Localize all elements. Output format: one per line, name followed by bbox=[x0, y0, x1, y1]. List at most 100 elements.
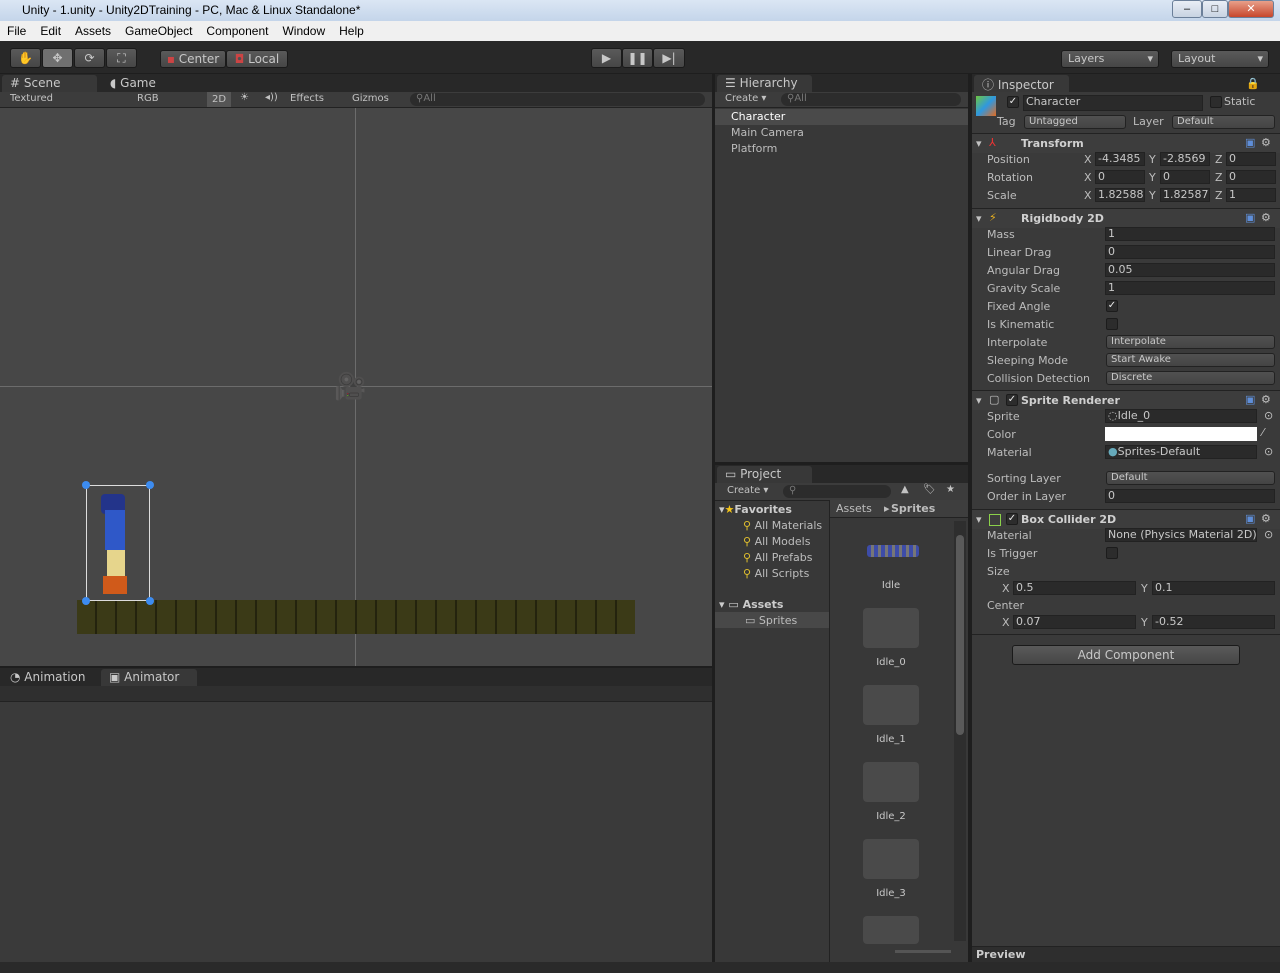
pause-button[interactable]: ❚❚ bbox=[622, 48, 653, 68]
position-x-field[interactable]: -4.3485 bbox=[1095, 152, 1145, 166]
size-y-field[interactable]: 0.1 bbox=[1152, 581, 1275, 595]
rotation-y-field[interactable]: 0 bbox=[1160, 170, 1210, 184]
favorites-header[interactable]: ▾★Favorites bbox=[719, 503, 792, 516]
sprite-renderer-header[interactable]: ▾ ▢ ✓ Sprite Renderer ▣ ⚙ bbox=[972, 390, 1280, 410]
color-swatch[interactable] bbox=[1105, 427, 1257, 441]
hierarchy-item-main-camera[interactable]: Main Camera bbox=[731, 126, 804, 139]
gravity-scale-field[interactable]: 1 bbox=[1105, 281, 1275, 295]
scene-viewport[interactable]: 🎥 bbox=[0, 108, 712, 666]
minimize-button[interactable]: – bbox=[1172, 0, 1202, 18]
play-button[interactable]: ▶ bbox=[591, 48, 622, 68]
size-x-field[interactable]: 0.5 bbox=[1013, 581, 1136, 595]
position-z-field[interactable]: 0 bbox=[1226, 152, 1276, 166]
filter-label-icon[interactable]: 🏷 bbox=[923, 484, 936, 495]
tab-animation[interactable]: ◔ Animation bbox=[2, 669, 97, 686]
tab-inspector[interactable]: ⓘ Inspector bbox=[974, 75, 1069, 92]
sprites-folder[interactable]: ▭ Sprites bbox=[745, 614, 797, 627]
favorite-all-materials[interactable]: ⚲ All Materials bbox=[743, 519, 822, 532]
rotation-z-field[interactable]: 0 bbox=[1226, 170, 1276, 184]
angular-drag-field[interactable]: 0.05 bbox=[1105, 263, 1275, 277]
object-name-input[interactable]: Character bbox=[1023, 95, 1203, 111]
static-checkbox[interactable] bbox=[1210, 96, 1222, 108]
scale-x-field[interactable]: 1.82588 bbox=[1095, 188, 1145, 202]
preview-bar[interactable]: Preview bbox=[972, 946, 1280, 962]
pivot-local-button[interactable]: ◘ Local bbox=[226, 50, 288, 68]
project-scrollbar[interactable] bbox=[954, 521, 966, 941]
fixed-angle-checkbox[interactable]: ✓ bbox=[1106, 300, 1118, 312]
tab-hierarchy[interactable]: ☰ Hierarchy bbox=[717, 75, 812, 92]
camera-gizmo-icon[interactable]: 🎥 bbox=[334, 372, 366, 402]
lock-icon[interactable]: 🔒 bbox=[1246, 77, 1260, 90]
menu-assets[interactable]: Assets bbox=[68, 24, 118, 38]
sleeping-mode-dropdown[interactable]: Start Awake bbox=[1106, 353, 1275, 367]
pivot-center-button[interactable]: ▪ Center bbox=[160, 50, 226, 68]
breadcrumb-sprites[interactable]: Sprites bbox=[891, 502, 935, 515]
asset-idle-3[interactable]: Idle_3 bbox=[831, 888, 951, 899]
object-picker-icon[interactable]: ⊙ bbox=[1264, 528, 1273, 541]
rotate-tool-icon[interactable]: ⟳ bbox=[74, 48, 105, 68]
lighting-toggle-icon[interactable]: ☀ bbox=[240, 92, 249, 103]
thumbnail-size-slider[interactable] bbox=[895, 950, 951, 953]
asset-idle-0[interactable]: Idle_0 bbox=[831, 657, 951, 668]
favorite-all-models[interactable]: ⚲ All Models bbox=[743, 535, 810, 548]
rotation-x-field[interactable]: 0 bbox=[1095, 170, 1145, 184]
tab-scene[interactable]: # Scene bbox=[2, 75, 97, 92]
menu-window[interactable]: Window bbox=[275, 24, 332, 38]
menu-gameobject[interactable]: GameObject bbox=[118, 24, 199, 38]
box-collider-enabled-checkbox[interactable]: ✓ bbox=[1006, 513, 1018, 525]
layout-dropdown[interactable]: Layout ▾ bbox=[1171, 50, 1269, 68]
hierarchy-search-input[interactable]: ⚲All bbox=[781, 93, 961, 106]
close-button[interactable]: ✕ bbox=[1228, 0, 1274, 18]
object-picker-icon[interactable]: ⊙ bbox=[1264, 445, 1273, 458]
rigidbody-header[interactable]: ▾ ⚡ Rigidbody 2D ▣ ⚙ bbox=[972, 208, 1280, 228]
object-picker-icon[interactable]: ⊙ bbox=[1264, 409, 1273, 422]
layer-dropdown[interactable]: Default bbox=[1172, 115, 1275, 129]
is-trigger-checkbox[interactable] bbox=[1106, 547, 1118, 559]
filter-type-icon[interactable]: ▲ bbox=[901, 484, 909, 495]
physics-material-field[interactable]: None (Physics Material 2D) bbox=[1105, 528, 1257, 542]
project-search-input[interactable]: ⚲ bbox=[783, 485, 891, 498]
collision-detection-dropdown[interactable]: Discrete bbox=[1106, 371, 1275, 385]
assets-folder[interactable]: ▾ ▭ Assets bbox=[719, 598, 783, 611]
idle-1-thumbnail[interactable] bbox=[863, 685, 919, 725]
maximize-button[interactable]: □ bbox=[1202, 0, 1228, 18]
is-kinematic-checkbox[interactable] bbox=[1106, 318, 1118, 330]
eyedropper-icon[interactable]: ⁄ bbox=[1262, 426, 1264, 439]
menu-help[interactable]: Help bbox=[332, 24, 371, 38]
tab-animator[interactable]: ▣ Animator bbox=[101, 669, 197, 686]
idle-sprite-sheet-thumbnail[interactable] bbox=[867, 545, 919, 557]
idle-2-thumbnail[interactable] bbox=[863, 762, 919, 802]
step-button[interactable]: ▶| bbox=[653, 48, 685, 68]
material-field[interactable]: ●Sprites-Default bbox=[1105, 445, 1257, 459]
scale-z-field[interactable]: 1 bbox=[1226, 188, 1276, 202]
linear-drag-field[interactable]: 0 bbox=[1105, 245, 1275, 259]
center-x-field[interactable]: 0.07 bbox=[1013, 615, 1136, 629]
hierarchy-item-character[interactable]: Character bbox=[731, 110, 785, 123]
channel-dropdown[interactable]: RGB bbox=[137, 93, 159, 104]
scale-tool-icon[interactable]: ⛶ bbox=[106, 48, 137, 68]
favorite-all-prefabs[interactable]: ⚲ All Prefabs bbox=[743, 551, 813, 564]
order-in-layer-field[interactable]: 0 bbox=[1105, 489, 1275, 503]
idle-3-thumbnail[interactable] bbox=[863, 839, 919, 879]
hand-tool-icon[interactable]: ✋ bbox=[10, 48, 41, 68]
breadcrumb-assets[interactable]: Assets bbox=[836, 502, 872, 515]
idle-0-thumbnail[interactable] bbox=[863, 608, 919, 648]
transform-header[interactable]: ▾ ⅄ Transform ▣ ⚙ bbox=[972, 133, 1280, 153]
add-component-button[interactable]: Add Component bbox=[1012, 645, 1240, 665]
favorite-all-scripts[interactable]: ⚲ All Scripts bbox=[743, 567, 809, 580]
sprite-field[interactable]: ◌Idle_0 bbox=[1105, 409, 1257, 423]
menu-file[interactable]: File bbox=[0, 24, 33, 38]
character-sprite[interactable] bbox=[86, 485, 150, 601]
favorites-star-icon[interactable]: ★ bbox=[946, 484, 955, 495]
hierarchy-item-platform[interactable]: Platform bbox=[731, 142, 777, 155]
idle-4-thumbnail[interactable] bbox=[863, 916, 919, 944]
asset-idle[interactable]: Idle bbox=[831, 580, 951, 591]
menu-edit[interactable]: Edit bbox=[33, 24, 68, 38]
2d-toggle[interactable]: 2D bbox=[207, 92, 231, 107]
interpolate-dropdown[interactable]: Interpolate bbox=[1106, 335, 1275, 349]
sprite-renderer-enabled-checkbox[interactable]: ✓ bbox=[1006, 394, 1018, 406]
move-tool-icon[interactable]: ✥ bbox=[42, 48, 73, 68]
menu-component[interactable]: Component bbox=[199, 24, 275, 38]
effects-dropdown[interactable]: Effects bbox=[290, 93, 324, 104]
tab-game[interactable]: ◖ Game bbox=[102, 75, 192, 92]
